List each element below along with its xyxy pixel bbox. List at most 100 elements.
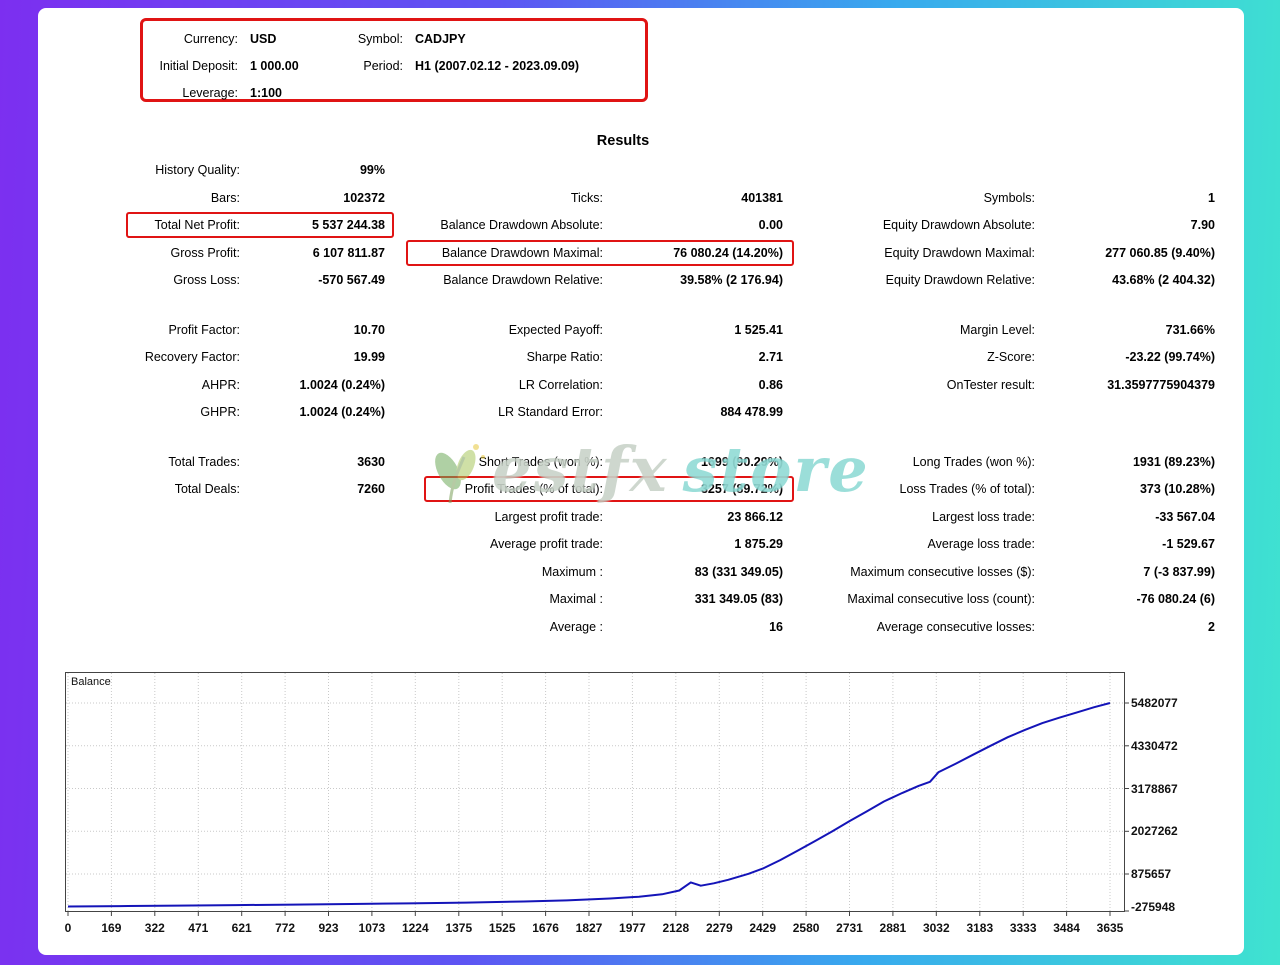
- stat-value: 102372: [240, 185, 385, 213]
- stat-label: Equity Drawdown Absolute:: [783, 212, 1035, 240]
- stat-label: Loss Trades (% of total):: [783, 476, 1035, 504]
- stat-value: 7 (-3 837.99): [1035, 559, 1215, 587]
- stat-label: [385, 157, 603, 185]
- y-tick-label: -275948: [1131, 900, 1175, 914]
- currency-label: Currency:: [143, 26, 238, 53]
- stat-label: GHPR:: [60, 399, 240, 427]
- stat-value: 1.0024 (0.24%): [240, 372, 385, 400]
- stats-row: Total Net Profit:5 537 244.38Balance Dra…: [60, 212, 1215, 240]
- results-heading: Results: [38, 133, 1208, 149]
- stat-value: 0.00: [603, 212, 783, 240]
- stat-value: 1 525.41: [603, 317, 783, 345]
- x-tick-label: 1827: [576, 921, 603, 935]
- stats-row: Average profit trade:1 875.29Average los…: [60, 531, 1215, 559]
- x-tick-label: 1073: [359, 921, 386, 935]
- balance-chart-plot: [65, 672, 1135, 922]
- stat-label: [783, 157, 1035, 185]
- stat-label: Recovery Factor:: [60, 344, 240, 372]
- stat-label: Balance Drawdown Absolute:: [385, 212, 603, 240]
- stat-label: LR Correlation:: [385, 372, 603, 400]
- stat-value: -1 529.67: [1035, 531, 1215, 559]
- y-tick-label: 5482077: [1131, 696, 1178, 710]
- stat-label: History Quality:: [60, 157, 240, 185]
- chart-x-axis: 0169322471621772923107312241375152516761…: [65, 921, 1125, 937]
- stats-row: Profit Factor:10.70Expected Payoff:1 525…: [60, 317, 1215, 345]
- stat-value: 10.70: [240, 317, 385, 345]
- y-tick-label: 2027262: [1131, 824, 1178, 838]
- stat-label: [783, 399, 1035, 427]
- stat-label: Total Deals:: [60, 476, 240, 504]
- stat-value: 31.3597775904379: [1035, 372, 1215, 400]
- stat-value: [240, 559, 385, 587]
- stat-value: 373 (10.28%): [1035, 476, 1215, 504]
- x-tick-label: 2580: [793, 921, 820, 935]
- stat-value: 5 537 244.38: [240, 212, 385, 240]
- y-tick-label: 4330472: [1131, 739, 1178, 753]
- stat-label: Long Trades (won %):: [783, 449, 1035, 477]
- stat-value: [1035, 157, 1215, 185]
- x-tick-label: 2279: [706, 921, 733, 935]
- currency-value: USD: [238, 26, 348, 53]
- stat-value: 3257 (89.72%): [603, 476, 783, 504]
- stats-row: Maximal :331 349.05 (83)Maximal consecut…: [60, 586, 1215, 614]
- stat-label: Total Net Profit:: [60, 212, 240, 240]
- y-tick-label: 3178867: [1131, 782, 1178, 796]
- stat-value: 1 875.29: [603, 531, 783, 559]
- stat-value: [1035, 399, 1215, 427]
- x-tick-label: 3635: [1097, 921, 1124, 935]
- stat-value: 16: [603, 614, 783, 642]
- symbol-value: CADJPY: [403, 26, 645, 53]
- stat-label: Maximum consecutive losses ($):: [783, 559, 1035, 587]
- x-tick-label: 0: [65, 921, 72, 935]
- x-tick-label: 2731: [836, 921, 863, 935]
- stat-label: Balance Drawdown Maximal:: [385, 240, 603, 268]
- stat-value: -570 567.49: [240, 267, 385, 295]
- stat-value: [240, 504, 385, 532]
- stat-label: Profit Factor:: [60, 317, 240, 345]
- stat-value: 23 866.12: [603, 504, 783, 532]
- stat-label: Largest profit trade:: [385, 504, 603, 532]
- stat-label: Average loss trade:: [783, 531, 1035, 559]
- stat-value: 331 349.05 (83): [603, 586, 783, 614]
- stat-value: 3630: [240, 449, 385, 477]
- stat-label: Symbols:: [783, 185, 1035, 213]
- stat-label: Average profit trade:: [385, 531, 603, 559]
- stat-value: [240, 531, 385, 559]
- stat-value: 1.0024 (0.24%): [240, 399, 385, 427]
- leverage-value: 1:100: [238, 80, 348, 107]
- x-tick-label: 2429: [749, 921, 776, 935]
- stat-label: [60, 586, 240, 614]
- x-tick-label: 772: [275, 921, 295, 935]
- stat-label: AHPR:: [60, 372, 240, 400]
- leverage-label: Leverage:: [143, 80, 238, 107]
- stat-value: [240, 614, 385, 642]
- stat-label: Equity Drawdown Maximal:: [783, 240, 1035, 268]
- stat-label: Gross Loss:: [60, 267, 240, 295]
- stat-label: Equity Drawdown Relative:: [783, 267, 1035, 295]
- x-tick-label: 923: [318, 921, 338, 935]
- stat-value: 43.68% (2 404.32): [1035, 267, 1215, 295]
- initial-deposit-value: 1 000.00: [238, 53, 348, 80]
- x-tick-label: 3333: [1010, 921, 1037, 935]
- stat-label: Ticks:: [385, 185, 603, 213]
- screenshot-root: { "frame": { "gradient_left": "#7c2ff0",…: [0, 0, 1280, 965]
- y-tick-label: 875657: [1131, 867, 1171, 881]
- x-tick-label: 1676: [532, 921, 559, 935]
- stat-label: [60, 559, 240, 587]
- stat-label: Total Trades:: [60, 449, 240, 477]
- stat-value: 401381: [603, 185, 783, 213]
- stat-value: [603, 157, 783, 185]
- stats-row: Total Deals:7260Profit Trades (% of tota…: [60, 476, 1215, 504]
- stat-label: Maximal consecutive loss (count):: [783, 586, 1035, 614]
- stats-row: Recovery Factor:19.99Sharpe Ratio:2.71Z-…: [60, 344, 1215, 372]
- stats-row: Gross Profit:6 107 811.87Balance Drawdow…: [60, 240, 1215, 268]
- stats-row: History Quality:99%: [60, 157, 1215, 185]
- stat-value: 2.71: [603, 344, 783, 372]
- stats-row: AHPR:1.0024 (0.24%)LR Correlation:0.86On…: [60, 372, 1215, 400]
- stat-value: 731.66%: [1035, 317, 1215, 345]
- x-tick-label: 621: [232, 921, 252, 935]
- stat-value: 7.90: [1035, 212, 1215, 240]
- stat-label: Balance Drawdown Relative:: [385, 267, 603, 295]
- stats-row: Average :16Average consecutive losses:2: [60, 614, 1215, 642]
- x-tick-label: 1525: [489, 921, 516, 935]
